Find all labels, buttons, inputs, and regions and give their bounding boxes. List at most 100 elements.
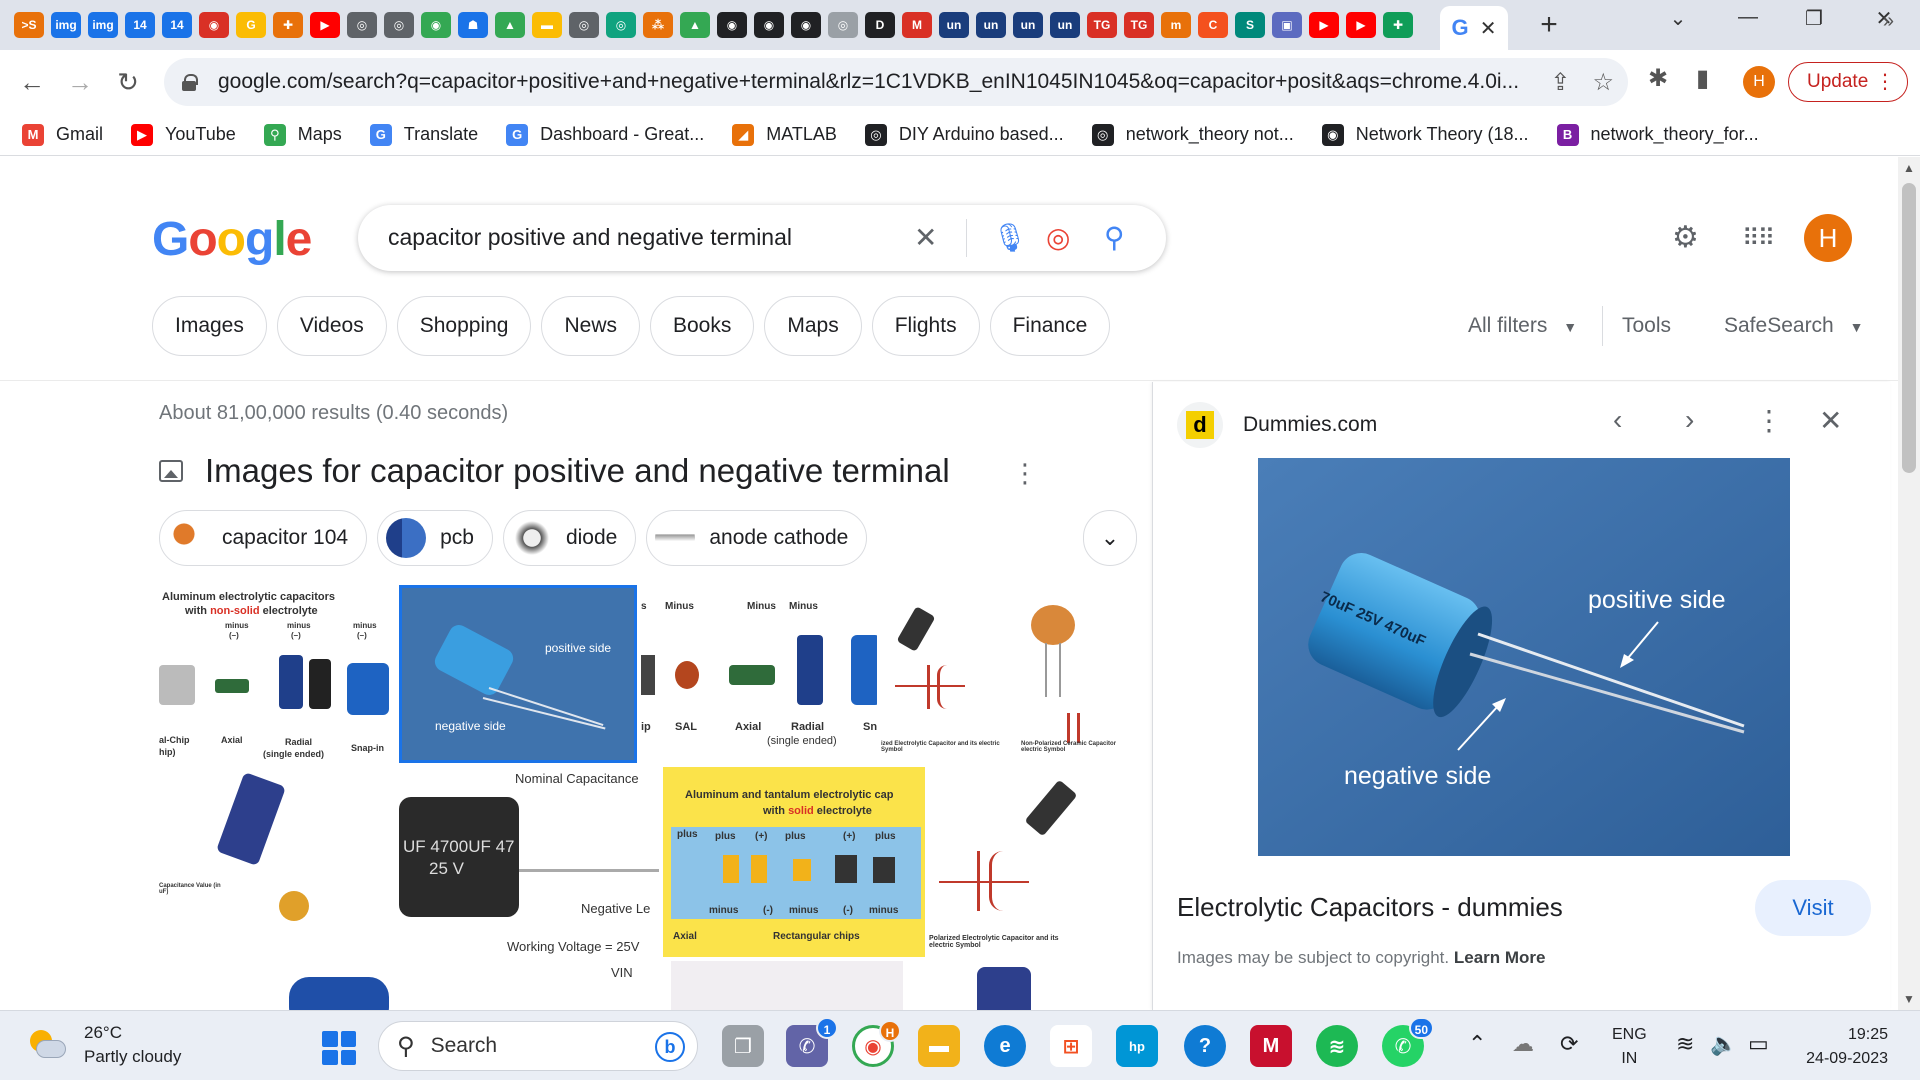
bookmark-item[interactable]: ▶ YouTube: [131, 123, 236, 146]
restore-button[interactable]: ❐: [1792, 6, 1836, 31]
bookmark-item[interactable]: ◢ MATLAB: [732, 123, 837, 146]
related-chip[interactable]: capacitor 104: [159, 510, 368, 566]
teams-chat-icon[interactable]: ✆ 1: [786, 1017, 838, 1067]
bookmark-item[interactable]: ⚲ Maps: [263, 123, 342, 146]
tab-favicon-icon[interactable]: ◎: [569, 12, 599, 38]
tab-favicon-icon[interactable]: ◉: [754, 12, 784, 38]
related-chip[interactable]: diode: [502, 510, 637, 566]
tab-favicon-icon[interactable]: ▬: [532, 12, 562, 38]
image-result-polarized-symbol[interactable]: Polarized Electrolytic Capacitor and its…: [929, 767, 1137, 957]
visit-button[interactable]: Visit: [1755, 880, 1871, 936]
image-result-capacitor-symbols[interactable]: ized Electrolytic Capacitor and its elec…: [881, 585, 1137, 763]
spotify-icon[interactable]: ≋: [1316, 1025, 1358, 1067]
bookmark-item[interactable]: G Translate: [369, 123, 478, 146]
tab-favicon-icon[interactable]: C: [1198, 12, 1228, 38]
related-chip[interactable]: anode cathode: [646, 510, 868, 566]
tab-favicon-icon[interactable]: ◎: [606, 12, 636, 38]
tab-favicon-icon[interactable]: ⁂: [643, 12, 673, 38]
image-result-capacitor-types[interactable]: s Minus Minus Minus ip SAL Axial Radial …: [641, 585, 877, 763]
filter-chip-news[interactable]: News: [541, 296, 640, 356]
back-button[interactable]: ←: [14, 64, 50, 100]
tab-favicon-icon[interactable]: ▲: [680, 12, 710, 38]
tab-favicon-icon[interactable]: un: [976, 12, 1006, 38]
preview-image[interactable]: 70uF 25V 470uF positive side negative si…: [1258, 458, 1790, 856]
bookmark-item[interactable]: ◎ DIY Arduino based...: [864, 123, 1064, 146]
address-bar[interactable]: google.com/search?q=capacitor+positive+a…: [164, 58, 1628, 106]
tab-favicon-icon[interactable]: D: [865, 12, 895, 38]
tab-favicon-icon[interactable]: ▶: [1309, 12, 1339, 38]
scrollbar-thumb[interactable]: [1902, 183, 1916, 473]
myhp-icon[interactable]: hp: [1116, 1025, 1158, 1067]
bookmark-star-icon[interactable]: ☆: [1592, 68, 1614, 97]
tab-favicon-icon[interactable]: ◎: [828, 12, 858, 38]
tab-favicon-icon[interactable]: ▶: [310, 12, 340, 38]
settings-gear-icon[interactable]: ⚙: [1672, 220, 1699, 255]
tab-favicon-icon[interactable]: 14: [162, 12, 192, 38]
tab-favicon-icon[interactable]: ✚: [1383, 12, 1413, 38]
filter-chip-flights[interactable]: Flights: [871, 296, 980, 356]
section-more-options-icon[interactable]: ⋮: [1012, 458, 1038, 489]
learn-more-link[interactable]: Learn More: [1454, 948, 1546, 967]
image-result-row3-3[interactable]: [671, 961, 903, 1010]
clear-search-icon[interactable]: ✕: [914, 221, 937, 254]
tab-favicon-icon[interactable]: ✚: [273, 12, 303, 38]
tab-favicon-icon[interactable]: 14: [125, 12, 155, 38]
lock-icon[interactable]: [182, 74, 198, 91]
scroll-down-icon[interactable]: ▼: [1903, 992, 1915, 1006]
previous-image-icon[interactable]: ‹: [1613, 404, 1622, 436]
image-result-capacitor-labels[interactable]: Nominal Capacitance UF 4700UF 47 25 V Ne…: [399, 767, 665, 957]
tab-favicon-icon[interactable]: img: [88, 12, 118, 38]
google-logo[interactable]: Google: [152, 212, 312, 267]
tab-favicon-icon[interactable]: ▲: [495, 12, 525, 38]
filter-chip-finance[interactable]: Finance: [989, 296, 1111, 356]
active-tab[interactable]: G ✕: [1440, 6, 1508, 50]
scroll-up-icon[interactable]: ▲: [1903, 161, 1915, 175]
show-hidden-icons-chevron-icon[interactable]: ⌃: [1468, 1031, 1486, 1057]
tab-favicon-icon[interactable]: G: [236, 12, 266, 38]
image-result-aluminum-electrolytic[interactable]: Aluminum electrolytic capacitors with no…: [159, 585, 395, 763]
image-result-row3-2[interactable]: VIN: [435, 961, 667, 1010]
all-filters-dropdown[interactable]: All filters ▼: [1468, 314, 1577, 338]
image-result-row3-1[interactable]: [159, 961, 431, 1010]
bookmark-item[interactable]: ◎ network_theory not...: [1091, 123, 1294, 146]
lens-search-icon[interactable]: ◎: [1046, 221, 1070, 254]
close-tab-icon[interactable]: ✕: [1480, 16, 1497, 41]
tools-button[interactable]: Tools: [1622, 314, 1671, 338]
chrome-icon[interactable]: ◉ H: [852, 1020, 901, 1067]
weather-widget[interactable]: 26°C Partly cloudy: [28, 1021, 181, 1069]
bookmark-item[interactable]: G Dashboard - Great...: [506, 123, 704, 146]
side-panel-icon[interactable]: ▮: [1696, 64, 1709, 93]
tab-favicon-icon[interactable]: ◎: [384, 12, 414, 38]
tab-favicon-icon[interactable]: ▶: [1346, 12, 1376, 38]
battery-icon[interactable]: ▭: [1748, 1031, 1769, 1057]
tab-favicon-icon[interactable]: img: [51, 12, 81, 38]
menu-kebab-icon[interactable]: ⋮: [1875, 69, 1895, 94]
bookmarks-more-icon[interactable]: »: [1883, 10, 1894, 33]
mcafee-icon[interactable]: M: [1250, 1025, 1292, 1067]
related-chip[interactable]: pcb: [377, 510, 493, 566]
voice-search-icon[interactable]: 🎙: [992, 221, 1028, 254]
taskbar-search[interactable]: ⚲ Search b: [378, 1021, 698, 1071]
images-heading[interactable]: Images for capacitor positive and negati…: [205, 452, 950, 490]
update-button[interactable]: Update ⋮: [1788, 62, 1908, 102]
filter-chip-shopping[interactable]: Shopping: [396, 296, 532, 356]
tab-favicon-icon[interactable]: S: [1235, 12, 1265, 38]
tab-favicon-icon[interactable]: m: [1161, 12, 1191, 38]
more-options-icon[interactable]: ⋮: [1755, 404, 1783, 437]
filter-chip-books[interactable]: Books: [649, 296, 755, 356]
tab-favicon-icon[interactable]: un: [939, 12, 969, 38]
profile-avatar[interactable]: H: [1743, 66, 1775, 98]
filter-chip-maps[interactable]: Maps: [764, 296, 862, 356]
new-tab-button[interactable]: +: [1532, 10, 1566, 42]
tab-search-chevron-icon[interactable]: ⌄: [1656, 6, 1700, 31]
microsoft-store-icon[interactable]: ⊞: [1050, 1025, 1092, 1067]
safesearch-dropdown[interactable]: SafeSearch ▼: [1724, 314, 1863, 338]
get-help-icon[interactable]: ?: [1184, 1025, 1226, 1067]
tab-favicon-icon[interactable]: un: [1013, 12, 1043, 38]
whatsapp-icon[interactable]: ✆ 50: [1382, 1017, 1434, 1067]
wifi-icon[interactable]: ≋: [1676, 1031, 1694, 1057]
minimize-button[interactable]: —: [1726, 6, 1770, 29]
system-clock[interactable]: 19:25 24-09-2023: [1796, 1023, 1888, 1071]
tab-favicon-icon[interactable]: M: [902, 12, 932, 38]
expand-chips-chevron-icon[interactable]: ⌄: [1083, 510, 1137, 566]
